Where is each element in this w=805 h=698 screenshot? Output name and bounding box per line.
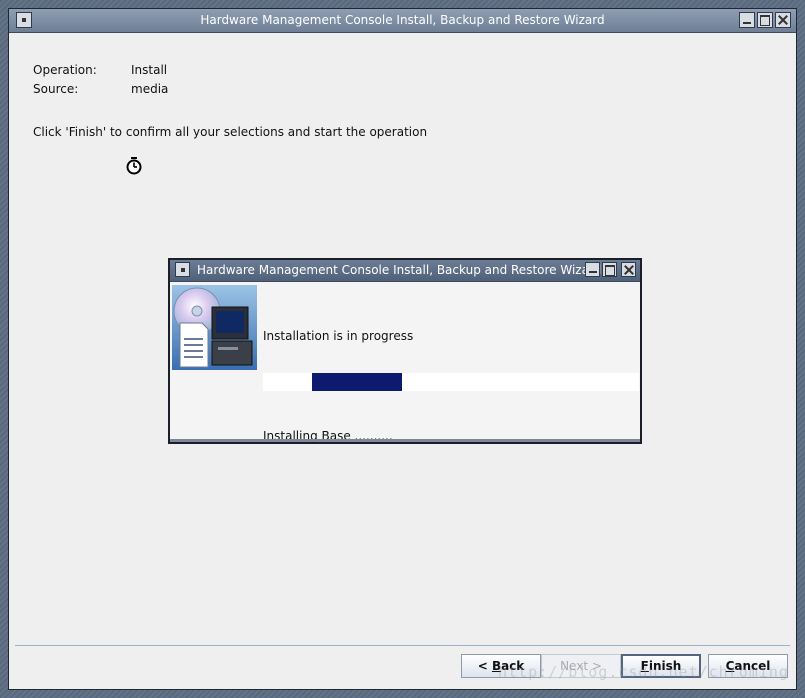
instruction-text: Click 'Finish' to confirm all your selec…: [33, 125, 428, 139]
dialog-bottom-edge: [170, 439, 640, 442]
operation-value: Install: [131, 63, 168, 77]
window-titlebar[interactable]: Hardware Management Console Install, Bac…: [9, 9, 796, 33]
dialog-menu-button[interactable]: [175, 262, 190, 277]
maximize-button[interactable]: [757, 12, 773, 28]
dialog-title: Hardware Management Console Install, Bac…: [197, 263, 602, 277]
stopwatch-cursor-icon: [126, 157, 142, 175]
wizard-window: Hardware Management Console Install, Bac…: [8, 8, 797, 690]
dialog-minimize-button[interactable]: [585, 262, 600, 277]
dialog-status-text: Installation is in progress: [263, 329, 414, 343]
install-progress-bar: [263, 373, 639, 391]
minimize-button[interactable]: [739, 12, 755, 28]
progress-dialog: Hardware Management Console Install, Bac…: [168, 258, 642, 444]
source-value: media: [131, 82, 169, 96]
computer-install-icon: [172, 285, 257, 370]
install-progress-fill: [312, 373, 402, 391]
button-separator: [15, 645, 790, 646]
close-button[interactable]: [775, 12, 791, 28]
watermark-text: http://blog.csdn.net/chroming: [498, 663, 789, 681]
operation-label: Operation:: [33, 63, 97, 77]
dialog-titlebar[interactable]: Hardware Management Console Install, Bac…: [170, 260, 640, 282]
source-label: Source:: [33, 82, 79, 96]
dialog-maximize-button[interactable]: [602, 262, 617, 277]
window-title: Hardware Management Console Install, Bac…: [200, 13, 605, 27]
dialog-close-button[interactable]: [621, 262, 636, 277]
